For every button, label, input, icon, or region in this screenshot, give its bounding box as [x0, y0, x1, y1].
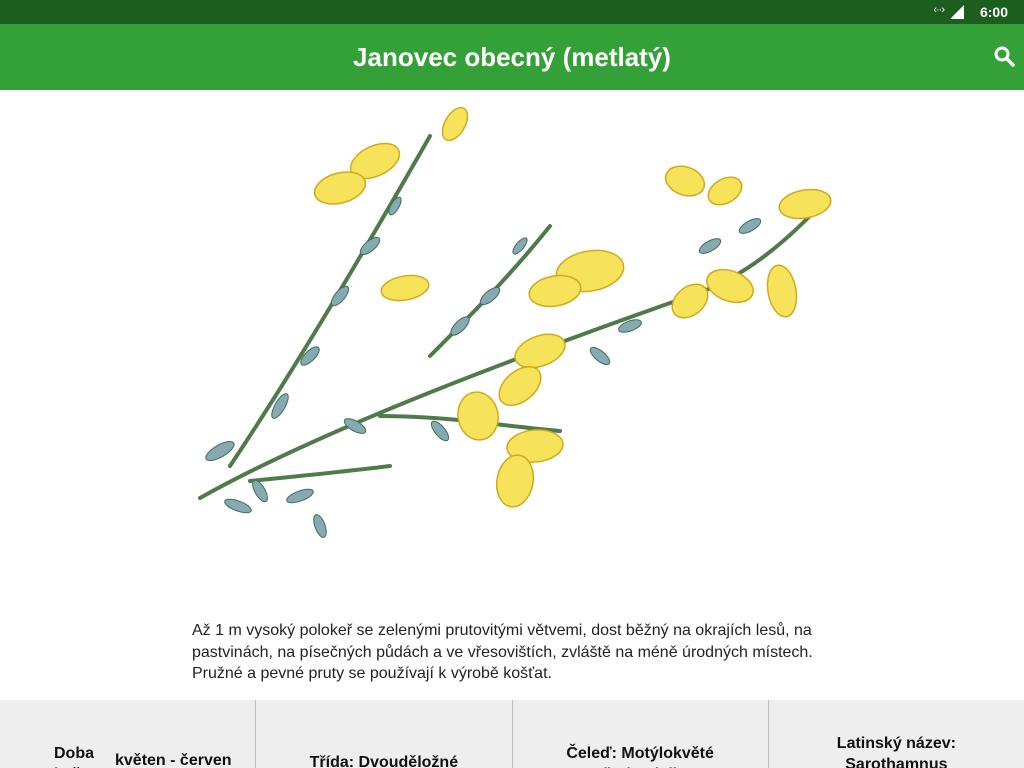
latin-name-cell: Latinský název: Sarothamnus scoparius [769, 700, 1024, 768]
signal-icon [950, 5, 964, 19]
family-cell: Čeleď: Motýlokvěté (bobovité) [513, 700, 769, 768]
status-time: 6:00 [979, 4, 1008, 20]
data-transfer-icon: ‹··› [933, 4, 945, 16]
bloom-time-value: květen - červen [115, 752, 232, 768]
latin-name-text: Latinský název: Sarothamnus scoparius [836, 735, 956, 768]
info-bar: Doba květu: květen - červen Třída: Dvoud… [0, 700, 1024, 768]
bloom-time-cell: Doba květu: květen - červen [0, 700, 257, 768]
bloom-time-label: Doba květu: [54, 745, 101, 768]
class-cell: Třída: Dvouděložné [256, 700, 513, 768]
status-bar: ‹··› 6:00 [0, 0, 1024, 24]
app-bar: Janovec obecný (metlatý) [0, 24, 1024, 90]
family-text: Čeleď: Motýlokvěté (bobovité) [566, 745, 714, 768]
search-icon[interactable] [992, 44, 1016, 68]
plant-description: Až 1 m vysoký polokeř se zelenými prutov… [192, 622, 813, 682]
plant-illustration [198, 106, 832, 538]
class-text: Třída: Dvouděložné [309, 754, 459, 768]
page-title: Janovec obecný (metlatý) [353, 42, 671, 72]
